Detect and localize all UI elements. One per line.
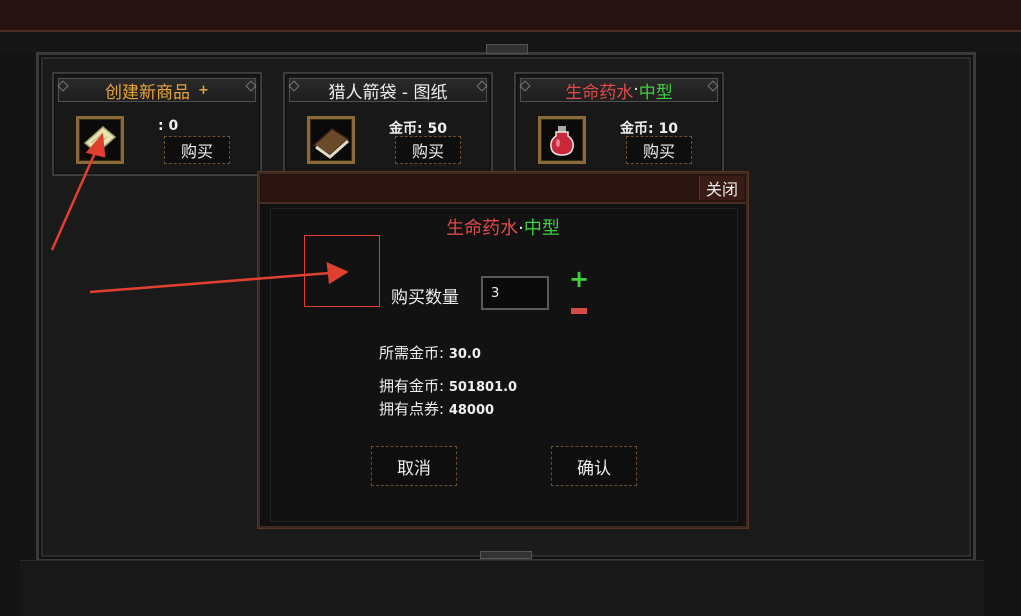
card-title: 生命药水 · 中型 (520, 78, 718, 103)
item-name: 生命药水 (446, 218, 519, 239)
required-gold: 所需金币: 30.0 (379, 342, 481, 363)
buy-button[interactable]: 购买 (164, 136, 230, 164)
annotation-box (304, 235, 380, 307)
card-title-size: 中型 (638, 82, 673, 103)
shop-card-quiver: 猎人箭袋 - 图纸 金币: 50 购买 (283, 72, 493, 176)
quantity-input[interactable] (481, 276, 549, 310)
card-title: 猎人箭袋 - 图纸 (289, 78, 487, 103)
item-slot[interactable] (307, 116, 355, 164)
increase-quantity-button[interactable]: + (569, 267, 589, 291)
close-button[interactable]: 关闭 (699, 176, 744, 200)
shop-card-create: 创建新商品 + : 0 购买 (52, 72, 262, 176)
decrease-quantity-button[interactable] (571, 308, 587, 314)
confirm-button[interactable]: 确认 (551, 446, 637, 486)
shop-card-potion: 生命药水 · 中型 金币: 10 购买 (514, 72, 724, 176)
owned-gold-label: 拥有金币: (379, 377, 445, 395)
bottom-area (20, 560, 984, 616)
quantity-label: 购买数量 (391, 288, 459, 308)
top-bar (0, 0, 1021, 32)
owned-points: 拥有点券: 48000 (379, 398, 494, 419)
cancel-button[interactable]: 取消 (371, 446, 457, 486)
owned-points-label: 拥有点券: (379, 400, 445, 418)
card-title-text: 生命药水 (565, 82, 634, 103)
purchase-dialog: 关闭 生命药水·中型 购买数量 + 所需金币: 30.0 拥有金币: 50180… (258, 172, 748, 528)
card-title-plus: + (198, 82, 209, 98)
price-text: 金币: 50 (389, 121, 447, 137)
item-size: 中型 (523, 218, 560, 239)
item-slot[interactable] (76, 116, 124, 164)
buy-button[interactable]: 购买 (626, 136, 692, 164)
buy-button[interactable]: 购买 (395, 136, 461, 164)
item-slot[interactable] (538, 116, 586, 164)
panel-top-ornament (486, 44, 528, 54)
required-gold-value: 30.0 (448, 347, 481, 362)
scroll-icon (83, 126, 117, 154)
price-text: : 0 (158, 118, 179, 134)
card-title: 创建新商品 + (58, 78, 256, 103)
owned-points-value: 48000 (448, 403, 495, 418)
panel-bottom-ornament (480, 551, 532, 559)
owned-gold-value: 501801.0 (448, 380, 518, 395)
potion-icon (550, 126, 574, 156)
dialog-header: 关闭 (260, 174, 746, 204)
required-gold-label: 所需金币: (379, 344, 445, 362)
card-title-text: 猎人箭袋 - 图纸 (328, 82, 448, 103)
book-icon (312, 128, 350, 159)
card-title-text: 创建新商品 (105, 82, 191, 103)
owned-gold: 拥有金币: 501801.0 (379, 375, 517, 396)
price-text: 金币: 10 (620, 121, 678, 137)
